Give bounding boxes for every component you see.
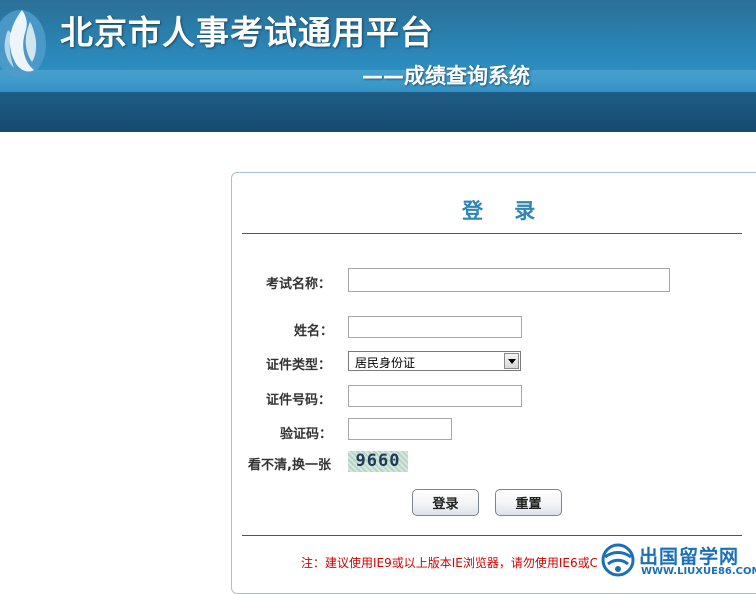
id-number-label: 证件号码： <box>266 393 332 408</box>
app-subtitle: ——成绩查询系统 <box>362 64 530 88</box>
watermark-brand: 出国留学网 <box>639 546 740 568</box>
title-divider <box>242 233 742 234</box>
exam-name-field[interactable] <box>348 268 670 292</box>
name-field[interactable] <box>348 316 522 338</box>
name-label: 姓名： <box>294 324 334 339</box>
header-banner: 北京市人事考试通用平台 ——成绩查询系统 <box>0 0 756 132</box>
header-band <box>0 92 756 132</box>
id-number-field[interactable] <box>348 385 522 407</box>
exam-name-label: 考试名称： <box>266 277 332 292</box>
chevron-down-icon[interactable] <box>504 353 519 369</box>
captcha-field[interactable] <box>348 418 452 440</box>
login-panel: 登 录 考试名称： 姓名： 证件类型： 居民身份证 证件号码： 验证码： 看不清… <box>231 172 756 594</box>
reset-button[interactable]: 重置 <box>495 489 562 516</box>
watermark-url: WWW.LIUXUE86.COM <box>641 566 756 577</box>
globe-icon <box>601 543 635 577</box>
footer-divider <box>242 535 742 536</box>
id-type-select[interactable]: 居民身份证 <box>348 351 521 371</box>
app-title: 北京市人事考试通用平台 <box>60 13 434 52</box>
login-button[interactable]: 登录 <box>412 489 479 516</box>
id-type-value: 居民身份证 <box>355 356 416 370</box>
login-title: 登 录 <box>462 199 548 223</box>
id-type-label: 证件类型： <box>266 358 332 373</box>
captcha-image[interactable]: 9660 <box>348 451 408 472</box>
refresh-captcha-link[interactable]: 看不清,换一张 <box>248 454 331 473</box>
logo-icon <box>0 10 46 78</box>
browser-note: 注：建议使用IE9或以上版本IE浏览器，请勿使用IE6或C <box>301 556 599 570</box>
watermark: 出国留学网 WWW.LIUXUE86.COM <box>597 540 756 580</box>
captcha-label: 验证码： <box>280 427 333 442</box>
